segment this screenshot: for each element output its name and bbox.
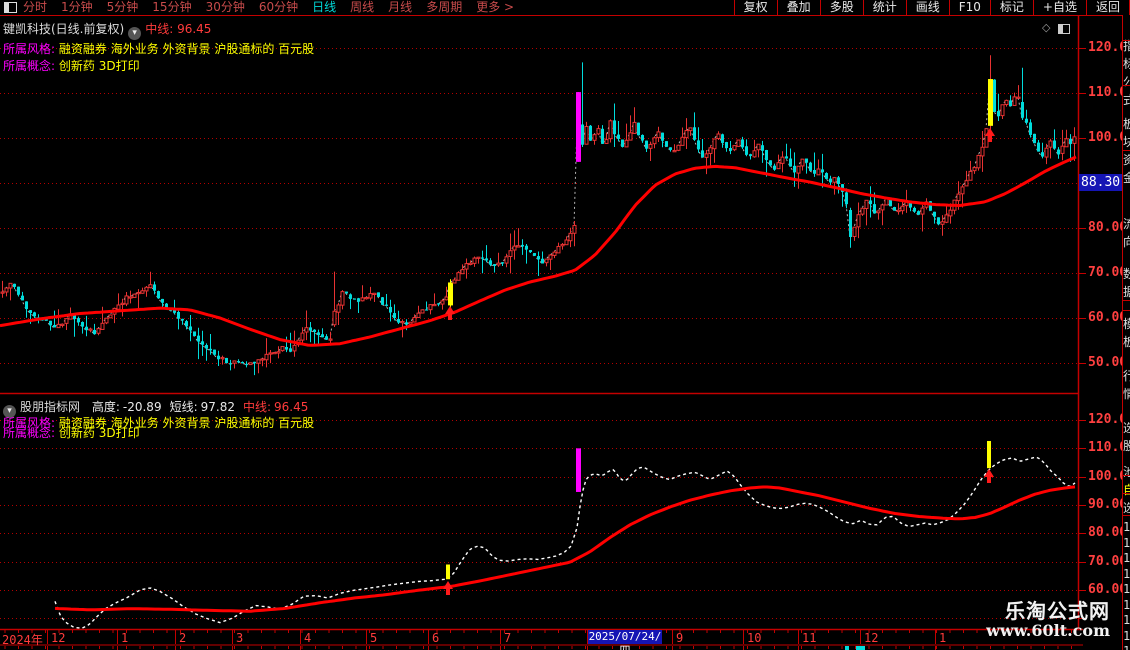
- strip-separator: [1123, 300, 1130, 301]
- strip-number: 1: [1123, 535, 1130, 550]
- field-value-1: 97.82: [200, 400, 235, 414]
- strip-glyph: 选: [1123, 499, 1130, 516]
- concept-value[interactable]: 创新药 3D打印: [59, 426, 140, 440]
- month-label-13: 1: [939, 631, 947, 645]
- zhongxian-value: 96.45: [177, 22, 212, 36]
- strip-glyph: 块: [1123, 133, 1130, 150]
- chart-canvas[interactable]: [0, 0, 1130, 650]
- month-label-4: 4: [304, 631, 312, 645]
- strip-glyph: 自: [1123, 481, 1130, 498]
- strip-separator: [1123, 493, 1130, 494]
- gridlines: [0, 48, 1086, 619]
- month-label-1: 1: [121, 631, 129, 645]
- strip-glyph: 据: [1123, 283, 1130, 300]
- strip-glyph: 流: [1123, 215, 1130, 232]
- signal-bar: [446, 564, 450, 580]
- month-label-9: 9: [676, 631, 684, 645]
- buy-signal-arrow: [443, 581, 453, 595]
- strip-glyph: 式: [1123, 91, 1130, 108]
- strip-glyph: 情: [1123, 385, 1130, 402]
- strip-separator: [1123, 310, 1130, 311]
- strip-glyph: 选: [1123, 419, 1130, 436]
- strip-separator: [1123, 475, 1130, 476]
- month-label-2: 2: [179, 631, 187, 645]
- main-concept-row: 所属概念: 创新药 3D打印: [3, 57, 140, 74]
- field-label-2: 中线:: [242, 400, 272, 414]
- trading-app-window: 分时 1分钟 5分钟 15分钟 30分钟 60分钟 日线 周线 月线 多周期 更多 > 复权 叠加 多股…: [0, 0, 1130, 650]
- concept-label: 所属概念:: [3, 426, 56, 440]
- strip-glyph: 标: [1123, 55, 1130, 72]
- field-value-0: -20.89: [122, 400, 162, 414]
- field-label-0: 高度:: [91, 400, 120, 414]
- strip-number: 1: [1123, 613, 1130, 627]
- strip-glyph: 池: [1123, 463, 1130, 480]
- buy-signal-arrow: [984, 469, 994, 483]
- strip-glyph: 板: [1123, 333, 1130, 350]
- strip-number: 1: [1123, 551, 1130, 565]
- strip-separator: [1123, 85, 1130, 86]
- selected-date-badge: 2025/07/24/四: [588, 630, 662, 650]
- month-label-6: 6: [432, 631, 440, 645]
- main-pane-header: 键凯科技(日线.前复权) ▾ 中线: 96.45: [3, 20, 211, 40]
- clipped-sidebar-strip[interactable]: 指标公式板块资金流向数据模板行情选股池自选111111111: [1122, 15, 1130, 650]
- strip-number: 1: [1123, 628, 1130, 643]
- strip-separator: [1123, 40, 1130, 41]
- month-label-5: 5: [370, 631, 378, 645]
- signal-bar: [987, 440, 991, 469]
- strip-number: 1: [1123, 644, 1130, 650]
- strip-glyph: 向: [1123, 233, 1130, 250]
- buy-signal-arrow: [445, 306, 455, 320]
- indicator-fields: 高度: -20.89 短线: 97.82 中线: 96.45: [84, 400, 309, 414]
- strip-separator: [1123, 515, 1130, 516]
- zhongxian-label: 中线:: [145, 22, 174, 36]
- stock-title: 键凯科技(日线.前复权): [3, 22, 125, 36]
- strip-glyph: 公: [1123, 73, 1130, 90]
- month-label-0: 12: [51, 631, 66, 645]
- indicator-title: 股朋指标网: [20, 400, 81, 414]
- current-price-badge: 88.30: [1079, 174, 1124, 191]
- main-style-row: 所属风格: 融资融券 海外业务 外资背景 沪股通标的 百元股: [3, 40, 314, 57]
- watermark: 乐淘公式网 www.60lt.com: [986, 600, 1110, 640]
- month-label-3: 3: [236, 631, 244, 645]
- concept-label: 所属概念:: [3, 59, 56, 73]
- pane-split-icon[interactable]: [1058, 24, 1070, 34]
- main-candles-pane[interactable]: [0, 55, 1077, 376]
- diamond-icon[interactable]: ◇: [1042, 21, 1050, 34]
- strip-number: 1: [1123, 566, 1130, 581]
- strip-glyph: 资: [1123, 151, 1130, 168]
- style-value[interactable]: 融资融券 海外业务 外资背景 沪股通标的 百元股: [59, 42, 314, 56]
- month-label-10: 10: [747, 631, 762, 645]
- strip-glyph: 数: [1123, 265, 1130, 282]
- date-axis-ticks: [4, 630, 1072, 650]
- field-label-1: 短线:: [169, 400, 198, 414]
- strip-glyph: 金: [1123, 169, 1130, 186]
- sub-concept-row: 所属概念: 创新药 3D打印: [3, 424, 140, 441]
- strip-number: 1: [1123, 597, 1130, 612]
- strip-glyph: 股: [1123, 437, 1130, 454]
- concept-value[interactable]: 创新药 3D打印: [59, 59, 140, 73]
- strip-number: 1: [1123, 520, 1130, 534]
- month-label-11: 11: [802, 631, 817, 645]
- strip-separator: [1123, 150, 1130, 151]
- style-label: 所属风格:: [3, 42, 56, 56]
- strip-glyph: 板: [1123, 115, 1130, 132]
- chevron-down-icon[interactable]: ▾: [128, 27, 142, 40]
- strip-number: 1: [1123, 582, 1130, 596]
- watermark-url: www.60lt.com: [986, 621, 1110, 640]
- watermark-site-name: 乐淘公式网: [1005, 599, 1110, 623]
- sub-indicator-pane[interactable]: [54, 440, 1076, 629]
- year-label: 2024年: [2, 633, 43, 647]
- strip-glyph: 行: [1123, 367, 1130, 384]
- signal-bar: [576, 448, 581, 492]
- month-label-12: 12: [864, 631, 879, 645]
- strip-glyph: 模: [1123, 315, 1130, 332]
- month-label-7: 7: [504, 631, 512, 645]
- field-value-2: 96.45: [274, 400, 309, 414]
